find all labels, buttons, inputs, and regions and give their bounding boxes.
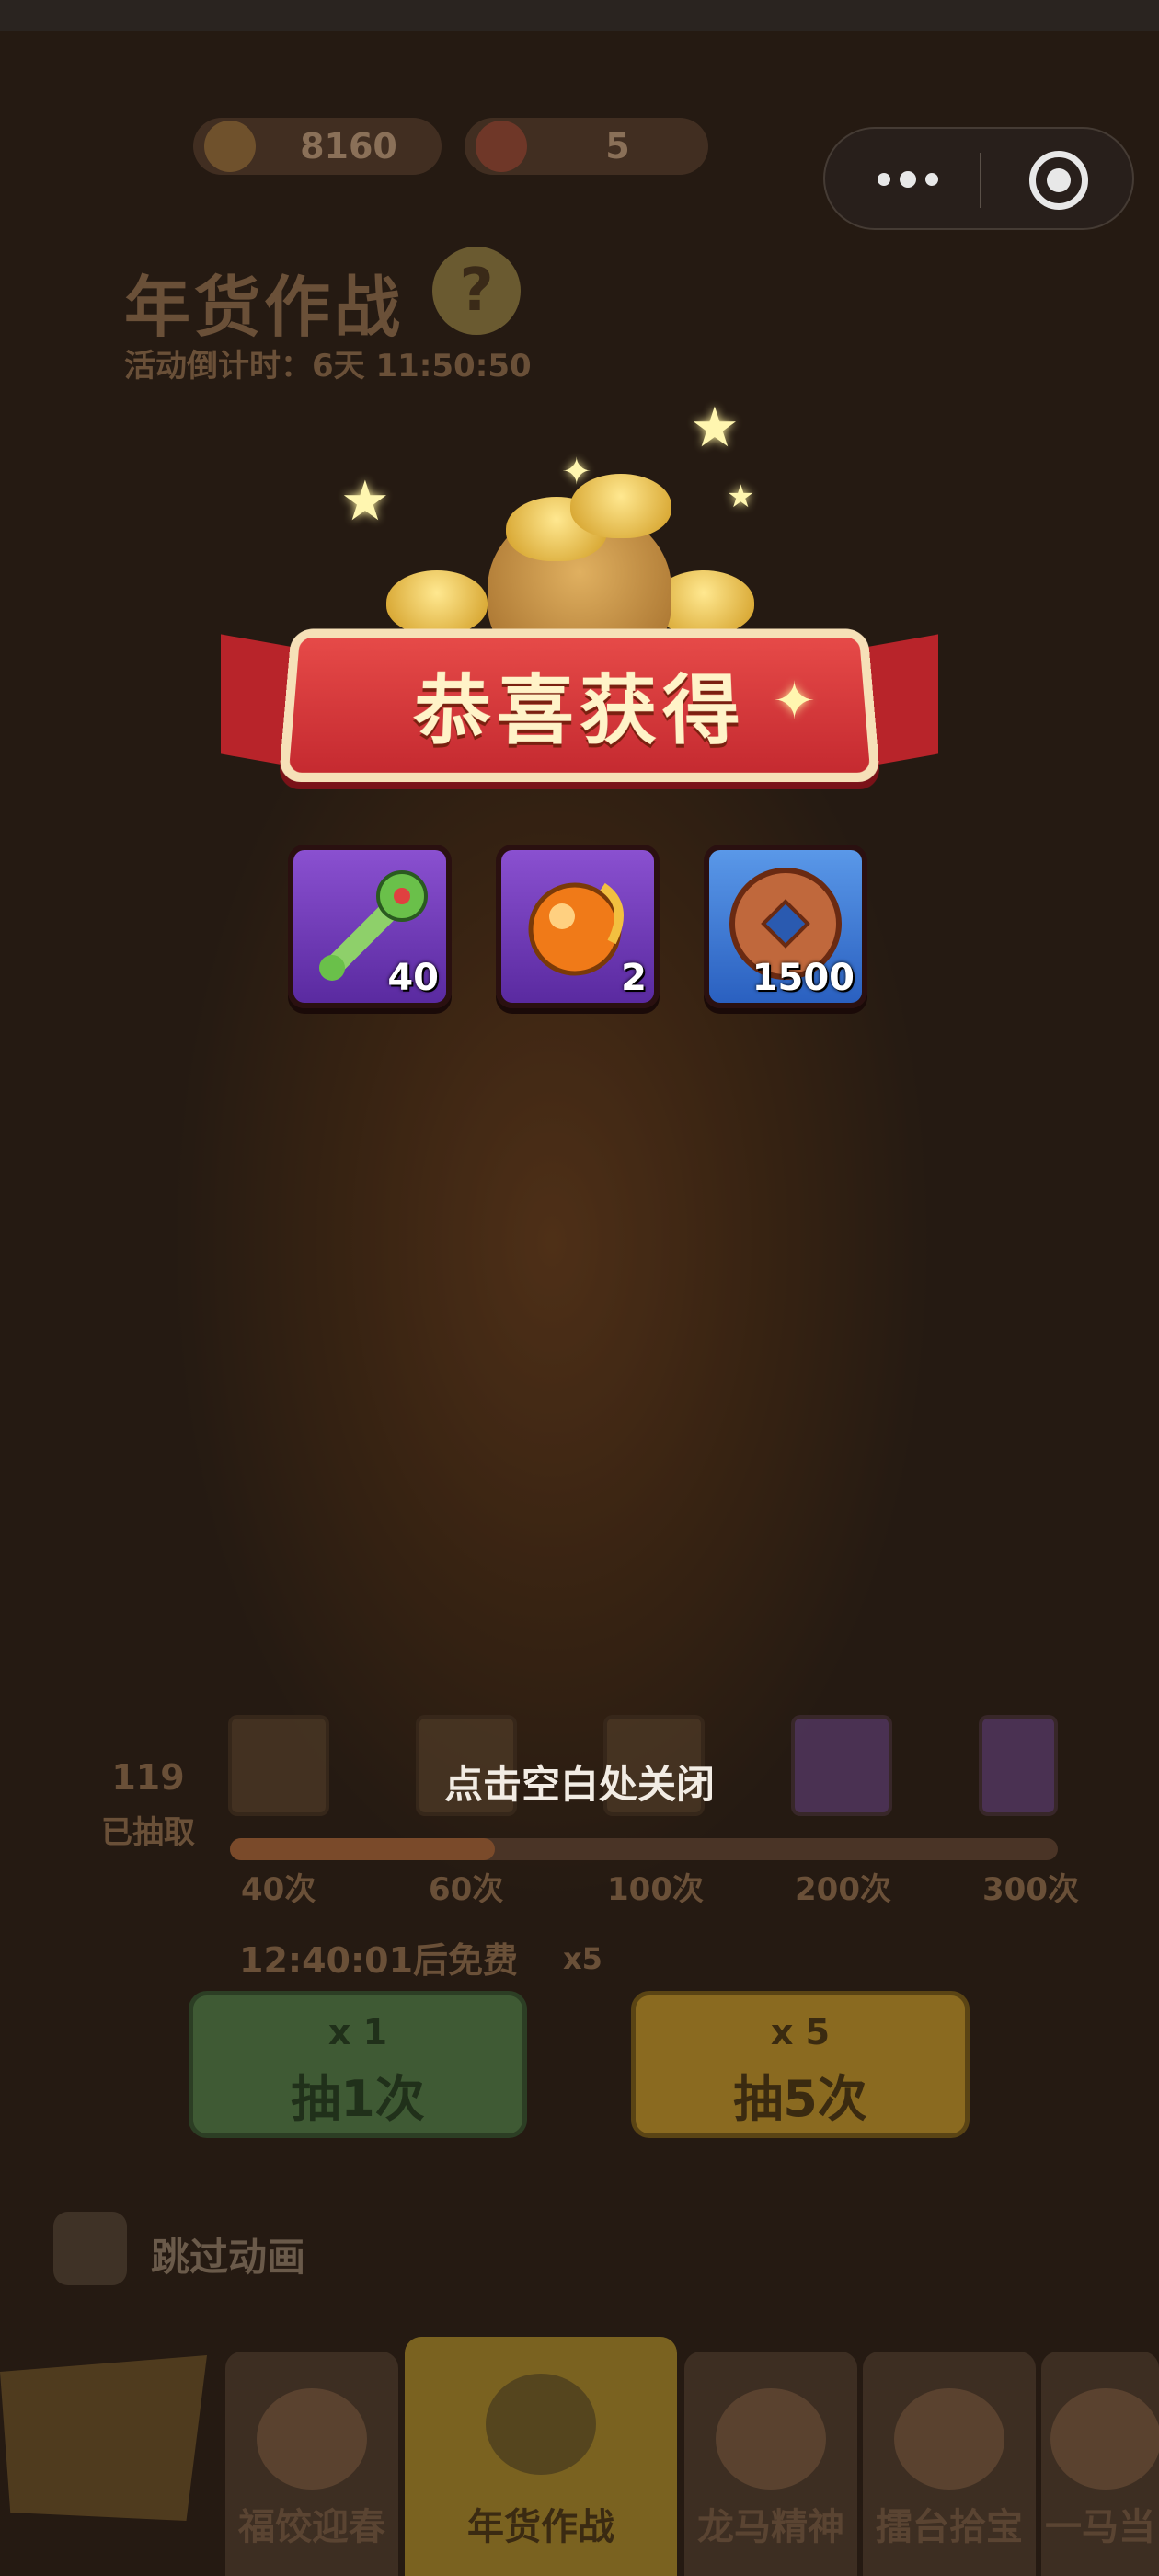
dragon-horse-icon bbox=[716, 2388, 826, 2490]
ingot-decoration bbox=[386, 570, 488, 635]
ticket-counter[interactable]: 5 bbox=[465, 118, 708, 175]
ingot-count: 8160 bbox=[300, 126, 397, 167]
reward-item-dragon-orb: 2 bbox=[496, 845, 660, 1008]
tab-label: 龙马精神 bbox=[697, 2506, 844, 2548]
more-options-button[interactable] bbox=[871, 166, 945, 193]
draw-once-cost: x 1 bbox=[327, 2012, 388, 2053]
reward-count: 40 bbox=[387, 957, 439, 999]
modal-overlay[interactable] bbox=[0, 0, 1159, 2576]
tab-dumplings[interactable]: 福饺迎春 bbox=[225, 2352, 398, 2576]
tab-arena-treasure[interactable]: 擂台拾宝 bbox=[863, 2352, 1036, 2576]
milestone-progress-bar bbox=[230, 1838, 1058, 1860]
goods-bag-icon bbox=[486, 2374, 596, 2475]
reward-count: 1500 bbox=[752, 957, 855, 999]
horse-icon bbox=[1050, 2388, 1159, 2490]
skip-animation-label: 跳过动画 bbox=[151, 2235, 306, 2280]
refresh-multiplier: x5 bbox=[563, 1941, 602, 1976]
event-countdown: 活动倒计时：6天 11:50:50 bbox=[124, 348, 532, 385]
sparkle-star-icon: ★ bbox=[340, 469, 390, 534]
drawn-label: 已抽取 bbox=[101, 1814, 195, 1851]
milestone-label: 40次 bbox=[241, 1871, 316, 1908]
tab-dragon-horse[interactable]: 龙马精神 bbox=[684, 2352, 857, 2576]
draw-five-label: 抽5次 bbox=[733, 2070, 867, 2128]
help-button[interactable]: ? bbox=[432, 247, 521, 335]
reward-item-ruyi: 40 bbox=[288, 845, 452, 1008]
reward-banner: 恭喜获得 ★ ★ ✦ ✦ ★ bbox=[212, 396, 947, 819]
close-miniprogram-button[interactable] bbox=[1029, 151, 1088, 210]
event-title: 年货作战 bbox=[124, 269, 405, 346]
milestone-label: 200次 bbox=[795, 1871, 891, 1908]
close-hint[interactable]: 点击空白处关闭 bbox=[0, 1754, 1159, 1810]
draw-five-button[interactable]: x 5 抽5次 bbox=[631, 1991, 970, 2138]
sparkle-star-icon: ★ bbox=[727, 478, 755, 515]
milestone-label: 60次 bbox=[429, 1871, 504, 1908]
reward-item-copper-coin: 1500 bbox=[704, 845, 867, 1008]
dumpling-icon bbox=[257, 2388, 367, 2490]
draw-once-button[interactable]: x 1 抽1次 bbox=[189, 1991, 527, 2138]
back-arrow-button[interactable] bbox=[0, 2355, 207, 2521]
sparkle-star-icon: ✦ bbox=[773, 672, 816, 731]
tab-new-year-goods[interactable]: 年货作战 bbox=[405, 2337, 677, 2576]
capsule-divider bbox=[980, 153, 981, 208]
ticket-icon bbox=[476, 121, 527, 172]
free-draw-timer: 12:40:01后免费 bbox=[239, 1940, 519, 1981]
tab-horse-lead[interactable]: 一马当 bbox=[1041, 2352, 1159, 2576]
ticket-count: 5 bbox=[605, 126, 630, 167]
tab-label: 擂台拾宝 bbox=[876, 2506, 1023, 2548]
miniprogram-capsule bbox=[823, 127, 1134, 230]
milestone-label: 300次 bbox=[982, 1871, 1079, 1908]
draw-five-cost: x 5 bbox=[770, 2012, 831, 2053]
milestone-label: 100次 bbox=[607, 1871, 704, 1908]
status-bar bbox=[0, 0, 1159, 31]
gold-ingot-icon bbox=[204, 121, 256, 172]
tab-label: 年货作战 bbox=[467, 2506, 614, 2548]
arena-icon bbox=[894, 2388, 1004, 2490]
reward-count: 2 bbox=[621, 957, 647, 999]
tab-label: 一马当 bbox=[1045, 2506, 1155, 2548]
tab-label: 福饺迎春 bbox=[238, 2506, 385, 2548]
draw-once-label: 抽1次 bbox=[291, 2070, 425, 2128]
sparkle-star-icon: ★ bbox=[690, 396, 740, 460]
ingot-counter[interactable]: 8160 bbox=[193, 118, 442, 175]
skip-animation-checkbox[interactable] bbox=[53, 2212, 127, 2285]
sparkle-star-icon: ✦ bbox=[561, 451, 592, 493]
progress-fill bbox=[230, 1838, 495, 1860]
